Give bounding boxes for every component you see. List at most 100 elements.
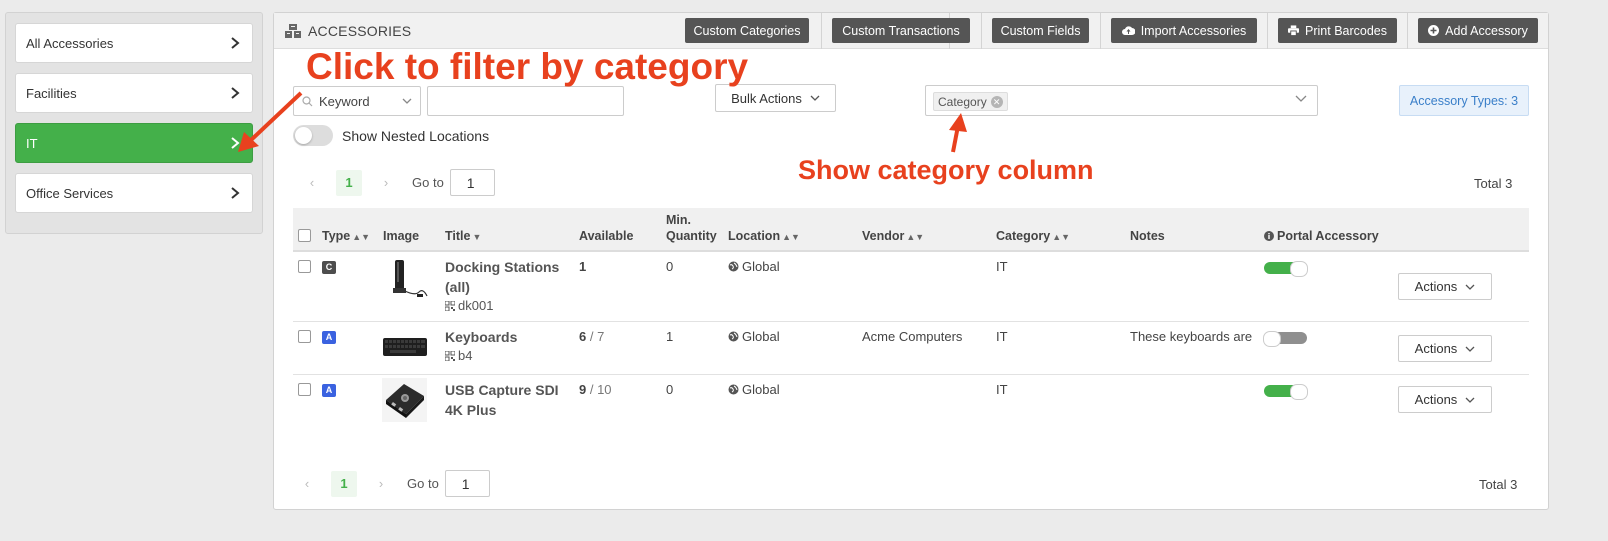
vendor-cell: Acme Computers	[862, 329, 963, 344]
page-title: ACCESSORIES	[284, 23, 411, 39]
available-cell: 1	[579, 259, 587, 274]
page-number[interactable]: 1	[336, 169, 362, 196]
chevron-down-icon	[402, 98, 412, 104]
usb-capture-image	[382, 378, 427, 422]
divider	[821, 13, 822, 49]
chevron-down-icon	[1465, 346, 1475, 352]
chevron-right-icon	[231, 37, 240, 49]
row-checkbox[interactable]	[298, 330, 311, 343]
column-select[interactable]: Category ✕	[925, 85, 1318, 116]
keyboard-image	[383, 338, 427, 356]
table-row: A Keyboards b4 6 / 7 1 Global Acme Compu…	[293, 322, 1529, 375]
divider	[1100, 13, 1101, 49]
available-cell: 6 / 7	[579, 329, 605, 344]
notes-cell: These keyboards are	[1130, 329, 1253, 344]
chevron-right-icon	[231, 87, 240, 99]
annotation-filter-hint: Click to filter by category	[306, 46, 749, 87]
sort-icon: ▲▼	[782, 232, 800, 242]
column-header-min-quantity: Min. Quantity	[666, 213, 717, 243]
sidebar-item-facilities[interactable]: Facilities	[15, 73, 253, 113]
qr-code-icon	[445, 300, 455, 311]
actions-dropdown[interactable]: Actions	[1398, 386, 1492, 413]
table-header: Type ▲▼ Image Title ▼ Available Min. Quant…	[293, 208, 1529, 252]
title-cell: Keyboards b4	[445, 327, 570, 363]
type-badge: C	[322, 261, 336, 274]
goto-label: Go to	[412, 175, 444, 190]
portal-accessory-toggle[interactable]	[1264, 384, 1308, 400]
barcode-code: b4	[445, 348, 570, 363]
goto-page-input[interactable]: 1	[444, 470, 490, 497]
divider	[1267, 13, 1268, 49]
title-cell: Docking Stations (all) dk001	[445, 257, 570, 313]
column-header-portal-accessory: Portal Accessory	[1264, 229, 1379, 243]
keyword-filter-select[interactable]: Keyword	[293, 86, 421, 116]
docking-station-image	[393, 260, 428, 297]
column-header-category[interactable]: Category ▲▼	[996, 229, 1070, 243]
boxes-icon	[285, 24, 301, 38]
column-header-title[interactable]: Title ▼	[445, 229, 481, 243]
table-row: A USB Capture SDI 4K Plus 9 / 10 0 Globa…	[293, 375, 1529, 427]
sort-desc-icon: ▼	[472, 232, 482, 242]
column-header-location[interactable]: Location ▲▼	[728, 229, 800, 243]
row-checkbox[interactable]	[298, 260, 311, 273]
min-quantity-cell: 1	[666, 329, 674, 344]
custom-categories-button[interactable]: Custom Categories	[685, 18, 809, 43]
goto-label: Go to	[407, 476, 439, 491]
column-header-type[interactable]: Type ▲▼	[322, 229, 370, 243]
select-all-checkbox[interactable]	[298, 229, 311, 242]
accessory-types-badge: Accessory Types: 3	[1399, 85, 1529, 116]
goto-page-input[interactable]: 1	[449, 169, 495, 196]
actions-dropdown[interactable]: Actions	[1398, 273, 1492, 300]
add-accessory-button[interactable]: Add Accessory	[1418, 18, 1538, 43]
chevron-down-icon	[1295, 95, 1307, 102]
custom-fields-button[interactable]: Custom Fields	[992, 18, 1089, 43]
location-cell: Global	[728, 329, 780, 344]
chevron-down-icon	[810, 95, 820, 101]
sidebar-item-label: IT	[26, 135, 38, 151]
qr-code-icon	[445, 350, 455, 361]
sidebar-item-label: All Accessories	[26, 35, 114, 51]
next-page-icon[interactable]: ›	[372, 175, 400, 190]
globe-icon	[728, 331, 739, 342]
category-cell: IT	[996, 382, 1008, 397]
sidebar-item-it[interactable]: IT	[15, 123, 253, 163]
actions-dropdown[interactable]: Actions	[1398, 335, 1492, 362]
next-page-icon[interactable]: ›	[367, 476, 395, 491]
row-checkbox[interactable]	[298, 383, 311, 396]
category-cell: IT	[996, 259, 1008, 274]
nested-locations-label: Show Nested Locations	[342, 128, 490, 144]
globe-icon	[728, 261, 739, 272]
printer-icon	[1288, 25, 1300, 36]
pagination-top: ‹ 1 › Go to 1	[298, 169, 495, 196]
sort-icon: ▲▼	[906, 232, 925, 242]
column-header-vendor[interactable]: Vendor ▲▼	[862, 229, 924, 243]
show-nested-locations-toggle[interactable]	[293, 125, 333, 146]
bulk-actions-dropdown[interactable]: Bulk Actions	[715, 84, 836, 112]
remove-tag-icon[interactable]: ✕	[990, 95, 1003, 108]
location-cell: Global	[728, 382, 780, 397]
divider	[981, 13, 982, 49]
barcode-code: dk001	[445, 298, 570, 313]
pagination-bottom: ‹ 1 › Go to 1	[293, 470, 490, 497]
panel-header: ACCESSORIES Custom Categories Custom Tra…	[274, 13, 1548, 49]
page-number[interactable]: 1	[331, 470, 357, 497]
sidebar-item-all-accessories[interactable]: All Accessories	[15, 23, 253, 63]
available-cell: 9 / 10	[579, 382, 612, 397]
portal-accessory-toggle[interactable]	[1263, 331, 1307, 347]
divider	[1407, 13, 1408, 49]
prev-page-icon[interactable]: ‹	[293, 476, 321, 491]
sort-icon: ▲▼	[352, 232, 371, 242]
min-quantity-cell: 0	[666, 259, 674, 274]
total-count: Total 3	[1474, 176, 1513, 191]
print-barcodes-button[interactable]: Print Barcodes	[1278, 18, 1397, 43]
sidebar-item-office-services[interactable]: Office Services	[15, 173, 253, 213]
keyword-input[interactable]	[427, 86, 624, 116]
portal-accessory-toggle[interactable]	[1264, 261, 1308, 277]
column-header-notes: Notes	[1130, 229, 1165, 243]
chevron-down-icon	[1465, 284, 1475, 290]
globe-icon	[728, 384, 739, 395]
prev-page-icon[interactable]: ‹	[298, 175, 326, 190]
category-column-tag[interactable]: Category ✕	[933, 92, 1008, 111]
import-accessories-button[interactable]: Import Accessories	[1111, 18, 1257, 43]
custom-transactions-button[interactable]: Custom Transactions	[832, 18, 970, 43]
